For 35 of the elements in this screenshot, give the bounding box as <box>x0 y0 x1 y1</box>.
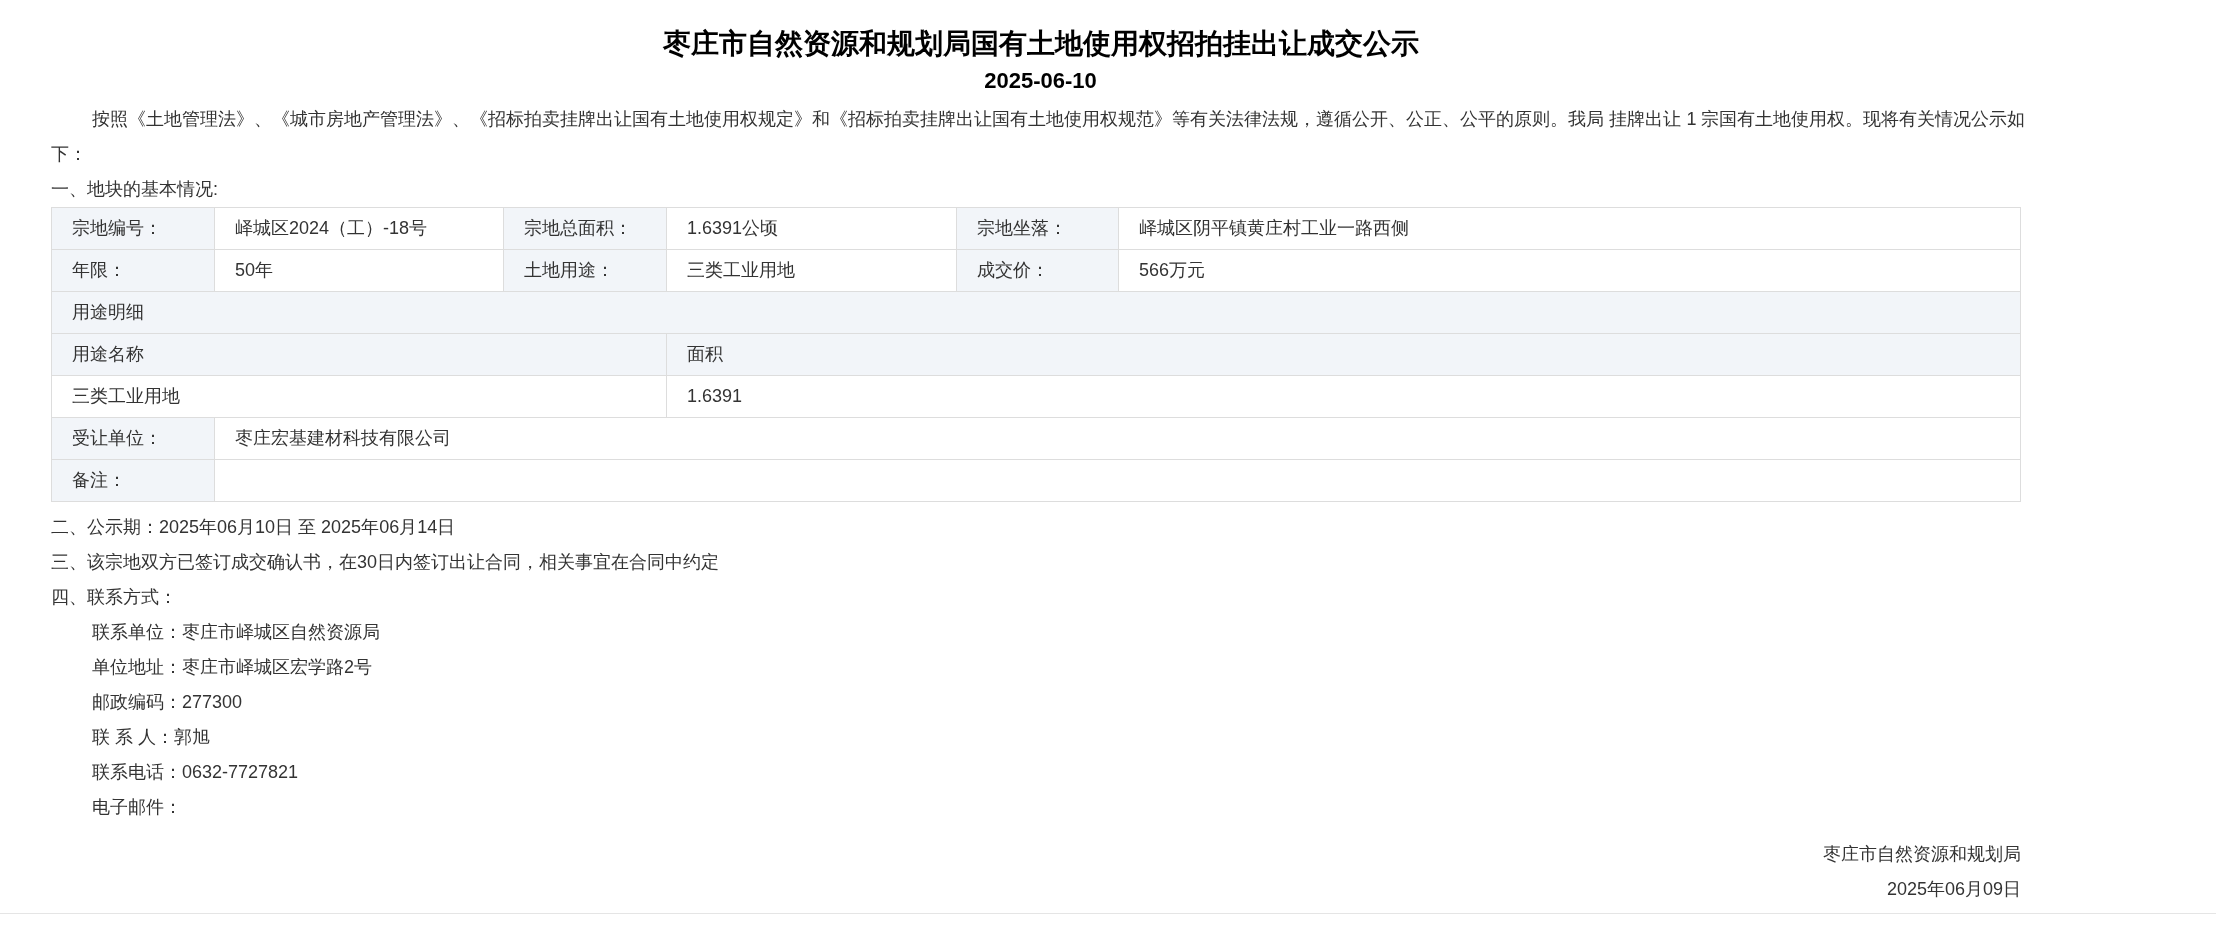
value-cell: 50年 <box>214 249 504 292</box>
section-text: 四、联系方式： <box>51 586 178 609</box>
label-cell: 备注： <box>51 459 215 502</box>
label-cell: 土地用途： <box>503 249 667 292</box>
contact-line: 电子邮件： <box>91 796 183 819</box>
contact-line: 单位地址：枣庄市峄城区宏学路2号 <box>91 656 373 679</box>
section-heading: 一、地块的基本情况: <box>51 178 219 201</box>
label-cell: 受让单位： <box>51 417 215 460</box>
value-cell: 三类工业用地 <box>666 249 957 292</box>
value-cell: 峄城区2024（工）-18号 <box>214 207 504 250</box>
header-cell: 用途明细 <box>51 291 2021 334</box>
value-cell: 三类工业用地 <box>51 375 667 418</box>
contact-line: 邮政编码：277300 <box>91 691 244 714</box>
label-cell: 年限： <box>51 249 215 292</box>
label-cell: 宗地坐落： <box>956 207 1119 250</box>
section-text: 三、该宗地双方已签订成交确认书，在30日内签订出让合同，相关事宜在合同中约定 <box>51 551 721 574</box>
intro-paragraph: 按照《土地管理法》、《城市房地产管理法》、《招标拍卖挂牌出让国有土地使用权规定》和《招标拍卖挂牌出让国有土地使用权规范》等有关法律法规，遵循公开、公正、公平的原则。我局 挂牌出让 1 宗国有土地使用权。现将有关情况公示如下： <box>51 108 2027 166</box>
label-cell: 成交价： <box>956 249 1119 292</box>
value-cell: 1.6391公顷 <box>666 207 957 250</box>
section-text: 二、公示期：2025年06月10日 至 2025年06月14日 <box>51 516 457 539</box>
issuer-name: 枣庄市自然资源和规划局 <box>1823 843 2021 866</box>
value-cell: 1.6391 <box>666 375 2021 418</box>
value-cell: 峄城区阴平镇黄庄村工业一路西侧 <box>1118 207 2021 250</box>
value-cell: 566万元 <box>1118 249 2021 292</box>
header-cell: 用途名称 <box>51 333 667 376</box>
header-cell: 面积 <box>666 333 2021 376</box>
page-title: 枣庄市自然资源和规划局国有土地使用权招拍挂出让成交公示 <box>661 27 1420 61</box>
contact-line: 联系单位：枣庄市峄城区自然资源局 <box>91 621 381 644</box>
label-cell: 宗地总面积： <box>503 207 667 250</box>
date: 2025-06-10 <box>983 67 1098 95</box>
contact-line: 联系电话：0632-7727821 <box>91 761 300 784</box>
label-cell: 宗地编号： <box>51 207 215 250</box>
issue-date: 2025年06月09日 <box>1886 878 2021 901</box>
value-cell: 枣庄宏基建材科技有限公司 <box>214 417 2021 460</box>
contact-line: 联 系 人：郭旭 <box>91 726 211 749</box>
